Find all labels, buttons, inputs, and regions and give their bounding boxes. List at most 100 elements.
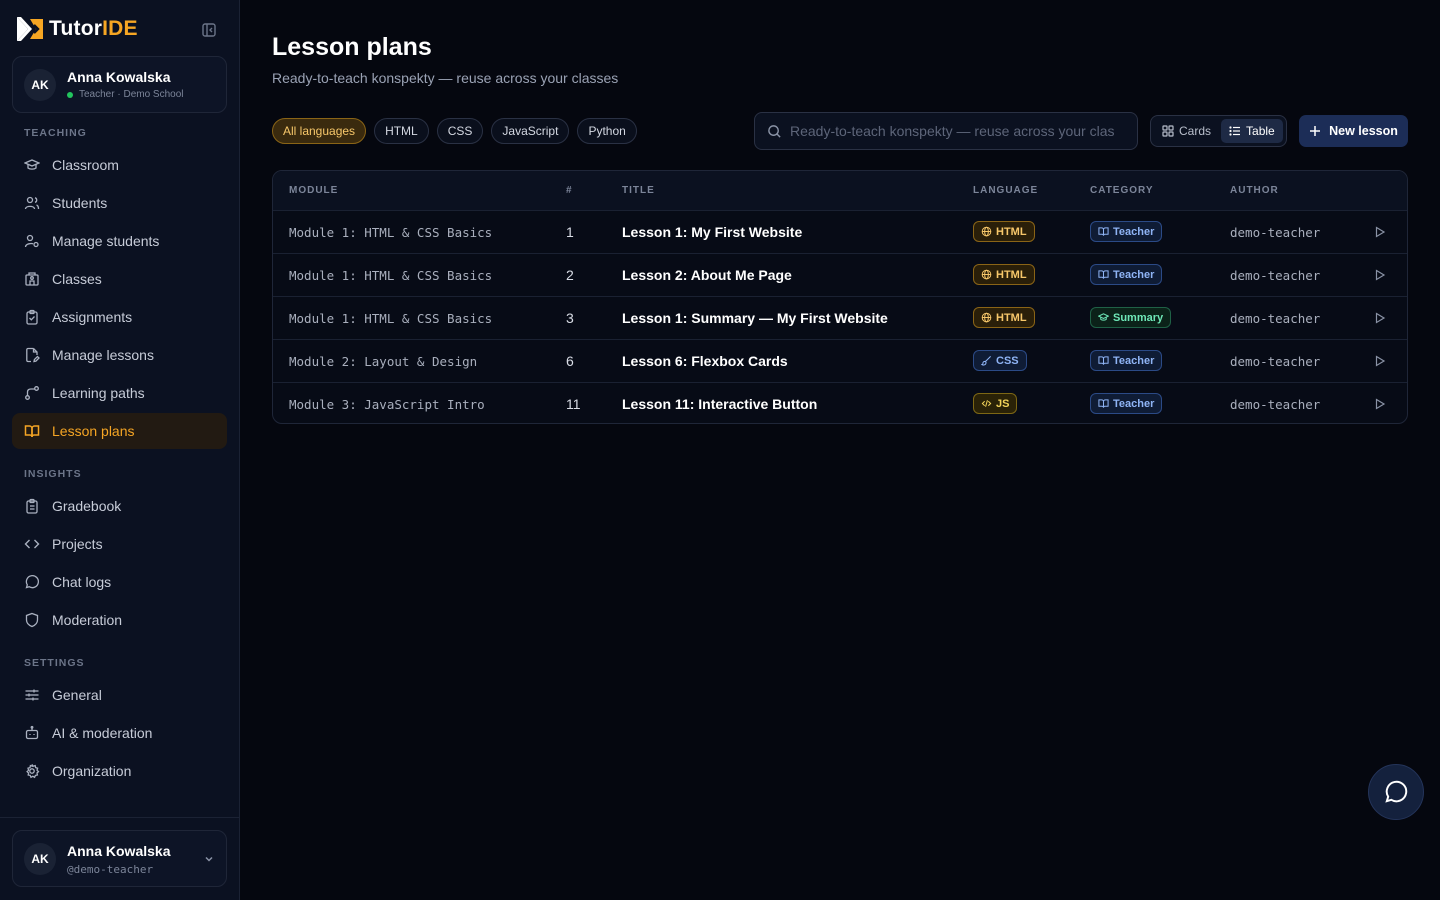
user-name: Anna Kowalska [67,69,171,85]
users-icon [24,196,40,210]
page-title: Lesson plans [272,33,432,61]
sidebar-item-moderation[interactable]: Moderation [12,602,227,638]
language-badge: JS [973,393,1018,414]
title-cell[interactable]: Lesson 2: About Me Page [622,267,792,283]
book-open-icon [1098,227,1109,236]
title-cell[interactable]: Lesson 6: Flexbox Cards [622,353,788,369]
plus-icon [1310,126,1321,136]
graduation-cap-icon [24,159,40,170]
play-icon[interactable] [1373,268,1387,282]
search-icon [768,124,781,138]
view-table-button[interactable]: Table [1221,119,1283,143]
avatar: AK [24,843,56,875]
number-cell: 2 [566,267,574,283]
grid-icon [1162,125,1174,137]
module-cell: Module 3: JavaScript Intro [289,397,485,412]
sidebar-item-ai-moderation[interactable]: AI & moderation [12,715,227,751]
sidebar-item-classroom[interactable]: Classroom [12,147,227,183]
user-profile-card[interactable]: AK Anna Kowalska Teacher · Demo School [12,56,227,113]
new-lesson-button[interactable]: New lesson [1299,115,1408,147]
globe-icon [981,226,992,237]
section-label-teaching: TEACHING [24,127,87,139]
filter-chip-python[interactable]: Python [577,118,637,144]
search-input[interactable] [790,123,1130,139]
title-cell[interactable]: Lesson 1: Summary — My First Website [622,310,888,326]
filter-chip-css[interactable]: CSS [436,118,484,144]
column-header-author[interactable]: AUTHOR [1230,185,1279,196]
sidebar-item-general[interactable]: General [12,677,227,713]
filter-chip-html[interactable]: HTML [374,118,429,144]
number-cell: 1 [566,224,574,240]
shield-icon [25,612,39,628]
play-icon[interactable] [1373,311,1387,325]
logo-icon [16,16,44,42]
paintbrush-icon [981,356,991,366]
user-cog-icon [24,234,39,248]
title-cell[interactable]: Lesson 1: My First Website [622,224,802,240]
category-badge: Teacher [1090,264,1163,285]
table-row[interactable]: Module 3: JavaScript Intro 11 Lesson 11:… [273,382,1407,423]
book-open-icon [1098,270,1109,279]
filter-chip-javascript[interactable]: JavaScript [491,118,570,144]
category-badge: Teacher [1090,221,1163,242]
author-cell: demo-teacher [1230,268,1321,283]
sidebar-item-lesson-plans[interactable]: Lesson plans [12,413,227,449]
sidebar-item-organization[interactable]: Organization [12,753,227,789]
language-badge: HTML [973,221,1035,242]
table-row[interactable]: Module 1: HTML & CSS Basics 1 Lesson 1: … [273,210,1407,253]
column-header-number[interactable]: # [566,185,573,196]
sidebar-item-assignments[interactable]: Assignments [12,299,227,335]
column-header-module[interactable]: MODULE [289,185,338,196]
table-header: MODULE # TITLE LANGUAGE CATEGORY AUTHOR [273,171,1407,210]
language-badge: HTML [973,264,1035,285]
sidebar-item-students[interactable]: Students [12,185,227,221]
sidebar-item-learning-paths[interactable]: Learning paths [12,375,227,411]
category-badge: Teacher [1090,350,1163,371]
book-open-icon [1098,356,1109,365]
play-icon[interactable] [1373,225,1387,239]
sliders-icon [25,689,39,701]
account-menu[interactable]: AK Anna Kowalska @demo-teacher [12,830,227,887]
view-toggle: Cards Table [1150,115,1287,147]
sidebar-item-chat-logs[interactable]: Chat logs [12,564,227,600]
title-cell[interactable]: Lesson 11: Interactive Button [622,396,817,412]
table-row[interactable]: Module 2: Layout & Design 6 Lesson 6: Fl… [273,339,1407,382]
chat-button[interactable] [1368,764,1424,820]
play-icon[interactable] [1373,354,1387,368]
number-cell: 3 [566,310,574,326]
table-row[interactable]: Module 1: HTML & CSS Basics 2 Lesson 2: … [273,253,1407,296]
globe-icon [981,312,992,323]
sidebar-item-manage-students[interactable]: Manage students [12,223,227,259]
graduation-cap-icon [1098,313,1109,321]
collapse-sidebar-icon[interactable] [201,22,217,38]
play-icon[interactable] [1373,397,1387,411]
filter-chip-all-languages[interactable]: All languages [272,118,367,144]
author-cell: demo-teacher [1230,397,1321,412]
table-row[interactable]: Module 1: HTML & CSS Basics 3 Lesson 1: … [273,296,1407,339]
account-name: Anna Kowalska [67,843,171,859]
section-label-settings: SETTINGS [24,657,85,669]
message-circle-icon [25,575,39,589]
view-cards-button[interactable]: Cards [1154,119,1219,143]
sidebar-item-gradebook[interactable]: Gradebook [12,488,227,524]
chevron-down-icon [205,856,213,862]
list-icon [1229,126,1241,136]
column-header-title[interactable]: TITLE [622,185,655,196]
column-header-language[interactable]: LANGUAGE [973,185,1038,196]
column-header-category[interactable]: CATEGORY [1090,185,1154,196]
module-cell: Module 1: HTML & CSS Basics [289,311,493,326]
gear-icon [26,764,40,779]
sidebar-item-projects[interactable]: Projects [12,526,227,562]
brand[interactable]: TutorIDE [16,16,138,42]
category-badge: Teacher [1090,393,1163,414]
sidebar-item-manage-lessons[interactable]: Manage lessons [12,337,227,373]
module-cell: Module 1: HTML & CSS Basics [289,268,493,283]
online-status-icon [67,91,73,98]
sidebar-divider [0,817,239,818]
lesson-plans-table: MODULE # TITLE LANGUAGE CATEGORY AUTHOR … [272,170,1408,424]
sidebar-item-classes[interactable]: Classes [12,261,227,297]
clipboard-icon [26,309,38,325]
section-label-insights: INSIGHTS [24,468,82,480]
language-filters: All languages HTML CSS JavaScript Python [272,118,637,144]
author-cell: demo-teacher [1230,311,1321,326]
